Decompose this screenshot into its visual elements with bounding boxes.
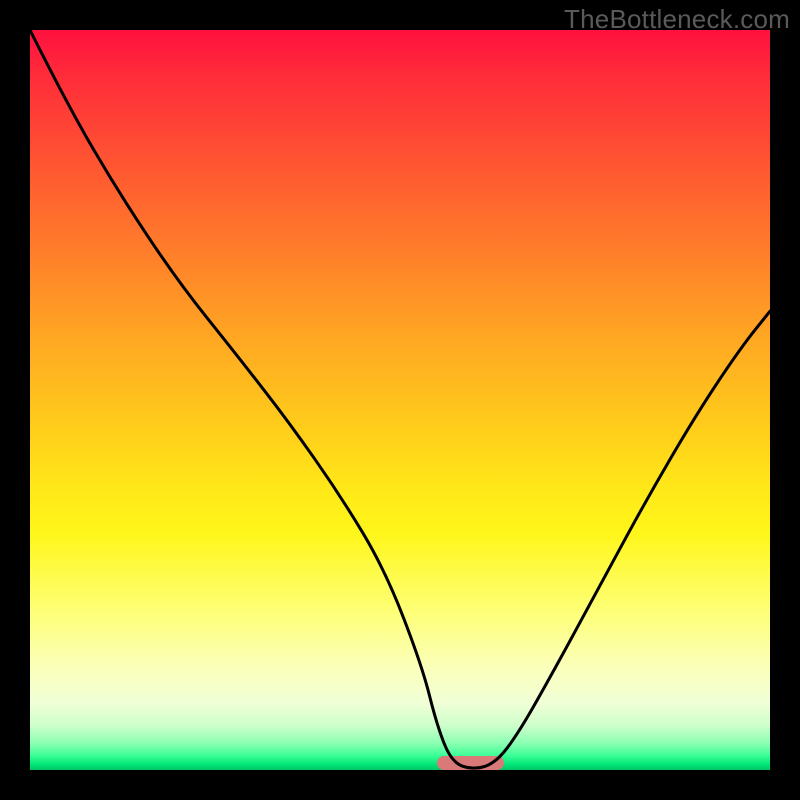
curve-path [30,30,770,768]
bottleneck-curve [30,30,770,770]
plot-area [30,30,770,770]
chart-frame: TheBottleneck.com [0,0,800,800]
